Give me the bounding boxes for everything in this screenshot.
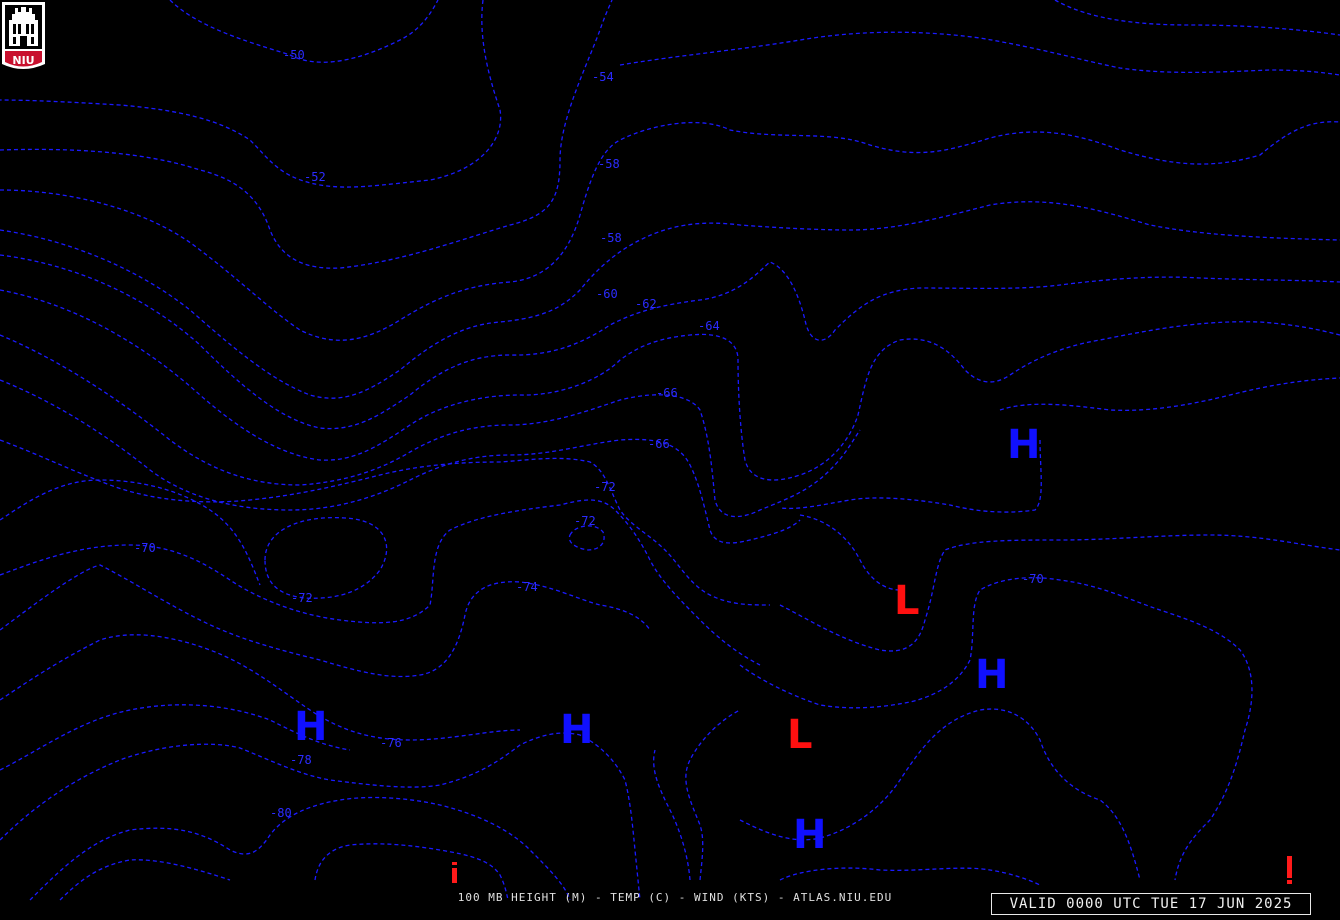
contour-line	[0, 499, 761, 666]
contour-label: -72	[574, 514, 596, 528]
contour-label: -78	[290, 753, 312, 767]
contour-line	[0, 0, 502, 188]
contour-line	[619, 31, 1340, 76]
contour-line	[0, 121, 1340, 341]
contour-label: -50	[283, 48, 305, 62]
contour-line	[0, 334, 861, 518]
contour-label: -76	[380, 736, 402, 750]
isotherm-contours	[0, 0, 1340, 901]
red-marker	[452, 862, 457, 865]
contour-line	[59, 859, 231, 901]
contour-label: -70	[1022, 572, 1044, 586]
contour-line	[0, 201, 1340, 399]
contour-label: -72	[291, 591, 313, 605]
red-marker	[1287, 856, 1292, 878]
niu-logo: NIU	[2, 2, 45, 69]
contour-label: -66	[648, 437, 670, 451]
contour-line	[0, 254, 1340, 430]
contour-line	[0, 479, 261, 586]
contour-line	[653, 749, 691, 881]
pressure-centers: H H H H H L L	[294, 422, 1040, 858]
high-pressure-symbol: H	[1007, 422, 1040, 468]
logo-text: NIU	[12, 54, 34, 67]
contour-label: -58	[600, 231, 622, 245]
contour-label: -54	[592, 70, 614, 84]
high-pressure-symbol: H	[975, 652, 1008, 698]
contour-line	[0, 634, 521, 741]
contour-line	[999, 377, 1340, 411]
contour-line	[264, 516, 388, 599]
valid-time-box: VALID 0000 UTC TUE 17 JUN 2025	[991, 893, 1311, 915]
contour-line	[0, 379, 801, 544]
contour-line	[779, 534, 1340, 652]
contour-line	[0, 564, 651, 678]
contour-label: -52	[304, 170, 326, 184]
contour-label: -62	[635, 297, 657, 311]
low-pressure-symbol: L	[894, 578, 920, 624]
contour-labels: -50 -54 -52 -58 -58 -60 -62 -64 -66 -66 …	[134, 48, 1044, 820]
low-pressure-symbol: L	[787, 712, 813, 758]
contour-line	[0, 732, 641, 901]
red-markers	[452, 856, 1292, 884]
contour-line	[0, 289, 1340, 481]
contour-label: -74	[516, 580, 538, 594]
contour-label: -72	[594, 480, 616, 494]
red-marker	[1287, 880, 1292, 884]
contour-line	[799, 514, 901, 591]
high-pressure-symbol: H	[294, 704, 327, 750]
contour-line	[1054, 0, 1340, 36]
red-marker	[452, 868, 457, 883]
contour-line	[568, 525, 605, 551]
contour-label: -80	[270, 806, 292, 820]
contour-label: -70	[134, 541, 156, 555]
contour-label: -64	[698, 319, 720, 333]
contour-label: -66	[656, 386, 678, 400]
weather-map: -50 -54 -52 -58 -58 -60 -62 -64 -66 -66 …	[0, 0, 1340, 901]
map-caption: 100 MB HEIGHT (M) - TEMP (C) - WIND (KTS…	[457, 891, 893, 904]
contour-line	[685, 709, 741, 881]
contour-label: -60	[596, 287, 618, 301]
contour-line	[779, 867, 1041, 886]
contour-line	[0, 0, 613, 269]
high-pressure-symbol: H	[560, 707, 593, 753]
high-pressure-symbol: H	[793, 812, 826, 858]
contour-label: -58	[598, 157, 620, 171]
contour-line	[779, 439, 1042, 513]
contour-line	[29, 796, 571, 901]
